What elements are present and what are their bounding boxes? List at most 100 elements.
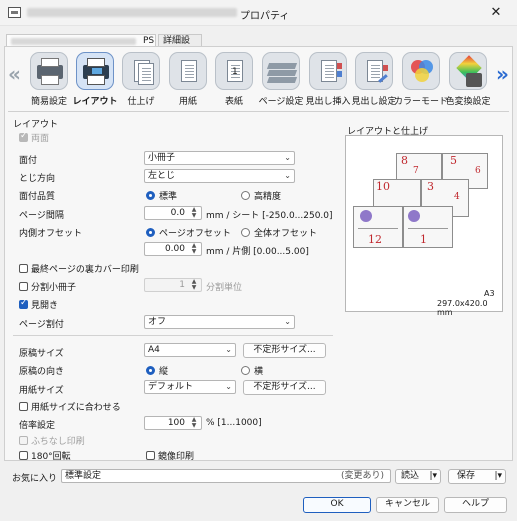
- duplex-label: 両面: [31, 134, 50, 144]
- save-button[interactable]: 保存 |▾: [448, 469, 506, 484]
- orig-size-select[interactable]: A4 ⌄: [144, 343, 236, 357]
- mirror-checkbox[interactable]: 鏡像印刷: [146, 449, 194, 462]
- finishing-doc-icon: [122, 52, 160, 90]
- close-button[interactable]: ✕: [485, 3, 507, 23]
- nav-finishing[interactable]: 仕上げ: [119, 50, 163, 108]
- layout-heading: レイアウト: [13, 120, 59, 130]
- favorites-changed: (変更あり): [340, 471, 384, 481]
- page-split-select[interactable]: オフ ⌄: [144, 315, 295, 329]
- orig-size-value: A4: [148, 345, 160, 355]
- spin-arrows-icon[interactable]: ▲ ▼: [189, 243, 199, 255]
- offset-value: 0.00: [164, 244, 185, 254]
- fit-paper-checkbox[interactable]: 用紙サイズに合わせる: [19, 400, 121, 413]
- offset-page-label: ページオフセット: [159, 229, 231, 239]
- nav-page-setting[interactable]: ページ設定: [259, 50, 303, 108]
- orig-size-label: 原稿サイズ: [19, 349, 64, 359]
- landscape-radio[interactable]: 横: [241, 364, 263, 377]
- offset-page-radio[interactable]: ページオフセット: [146, 226, 231, 239]
- page-number: 3: [427, 180, 434, 193]
- preview-paper-dims: 297.0x420.0 mm: [437, 299, 488, 317]
- orientation-label: 原稿の向き: [19, 367, 65, 377]
- layout-printer-icon: [76, 52, 114, 90]
- paper-doc-icon: [169, 52, 207, 90]
- spin-arrows-icon[interactable]: ▲ ▼: [189, 207, 199, 219]
- split-label: 分割小冊子: [31, 283, 77, 293]
- printer-app-icon: [8, 7, 21, 18]
- rotate-checkbox[interactable]: 180°回転: [19, 449, 71, 462]
- page-number: 6: [475, 166, 481, 176]
- imposition-value: 小冊子: [148, 153, 176, 163]
- custom-size-button-2[interactable]: 不定形サイズ...: [243, 380, 326, 395]
- checkbox-off-icon: [19, 264, 28, 273]
- cancel-button[interactable]: キャンセル: [376, 497, 439, 513]
- nav-divider: [8, 111, 509, 112]
- favorites-label: お気に入り: [12, 474, 58, 484]
- paper-size-label: 用紙サイズ: [19, 386, 64, 396]
- imposition-select[interactable]: 小冊子 ⌄: [144, 151, 295, 165]
- split-spinbox[interactable]: 1 ▲ ▼: [144, 278, 202, 292]
- chevron-down-icon: ⌄: [284, 171, 291, 180]
- window-title: プロパティ: [240, 11, 290, 22]
- chevron-down-icon: ⌄: [284, 317, 291, 326]
- nav-color-mode[interactable]: カラーモード: [394, 50, 448, 108]
- zoom-value: 100: [167, 418, 185, 428]
- gap-spinbox[interactable]: 0.0 ▲ ▼: [144, 206, 202, 220]
- duplex-check-icon: [19, 131, 28, 142]
- quality-standard-radio[interactable]: 標準: [146, 189, 177, 202]
- borderless-checkbox[interactable]: ふちなし印刷: [19, 434, 85, 447]
- mirror-label: 鏡像印刷: [158, 452, 195, 462]
- chevron-down-icon: ⌄: [225, 382, 232, 391]
- nav-tab-setting[interactable]: 見出し設定: [351, 50, 397, 108]
- checkbox-off-icon: [19, 402, 28, 411]
- binding-select[interactable]: 左とじ ⌄: [144, 169, 295, 183]
- printer-icon: [30, 52, 68, 90]
- nav-color-convert-label: 色変換設定: [445, 97, 491, 107]
- landscape-label: 横: [254, 367, 264, 377]
- back-cover-checkbox[interactable]: 最終ページの裏カバー印刷: [19, 262, 139, 275]
- duplex-checkbox[interactable]: 両面: [19, 131, 49, 144]
- binding-label: とじ方向: [19, 174, 56, 184]
- quality-high-radio[interactable]: 高精度: [241, 189, 281, 202]
- dropdown-arrow-icon: |▾: [429, 471, 437, 481]
- offset-whole-label: 全体オフセット: [254, 229, 318, 239]
- quality-standard-label: 標準: [159, 192, 178, 202]
- page-number: 10: [376, 180, 390, 193]
- back-cover-label: 最終ページの裏カバー印刷: [31, 265, 139, 275]
- favorites-value: 標準設定: [65, 471, 102, 481]
- scroll-right-icon[interactable]: »: [496, 62, 509, 86]
- flower-icon: [360, 210, 372, 222]
- load-button[interactable]: 読込 |▾: [395, 469, 441, 484]
- zoom-spinbox[interactable]: 100 ▲ ▼: [144, 416, 202, 430]
- tab-name-redacted: [11, 38, 136, 45]
- zoom-unit: % [1...1000]: [206, 418, 262, 428]
- scroll-left-icon[interactable]: «: [8, 62, 21, 86]
- page-number: 5: [450, 154, 457, 167]
- page-stack-icon: [262, 52, 300, 90]
- page-number: 7: [413, 166, 419, 176]
- radio-off-icon: [241, 191, 250, 200]
- portrait-label: 縦: [159, 367, 169, 377]
- custom-size-button-1[interactable]: 不定形サイズ...: [243, 343, 326, 358]
- fit-label: 用紙サイズに合わせる: [31, 403, 121, 413]
- spin-arrows-icon[interactable]: ▲ ▼: [189, 417, 199, 429]
- favorites-select[interactable]: 標準設定 (変更あり): [61, 469, 391, 483]
- split-booklet-checkbox[interactable]: 分割小冊子: [19, 280, 76, 293]
- portrait-radio[interactable]: 縦: [146, 364, 168, 377]
- nav-cover[interactable]: 1 表紙: [212, 50, 256, 108]
- color-circles-icon: [402, 52, 440, 90]
- dropdown-arrow-icon: |▾: [494, 471, 502, 481]
- ok-button[interactable]: OK: [303, 497, 371, 513]
- offset-whole-radio[interactable]: 全体オフセット: [241, 226, 317, 239]
- gap-unit: mm / シート [-250.0...250.0]: [206, 211, 333, 221]
- page-number: 4: [454, 192, 460, 202]
- cover-icon: 1: [215, 52, 253, 90]
- offset-spinbox[interactable]: 0.00 ▲ ▼: [144, 242, 202, 256]
- page-number: 8: [401, 154, 408, 167]
- page-split-value: オフ: [148, 317, 167, 327]
- nav-color-convert[interactable]: 色変換設定: [445, 50, 491, 108]
- text-line: [358, 228, 398, 229]
- spread-checkbox[interactable]: 見開き: [19, 298, 58, 311]
- radio-off-icon: [241, 228, 250, 237]
- paper-size-select[interactable]: デフォルト ⌄: [144, 380, 236, 394]
- help-button[interactable]: ヘルプ: [444, 497, 507, 513]
